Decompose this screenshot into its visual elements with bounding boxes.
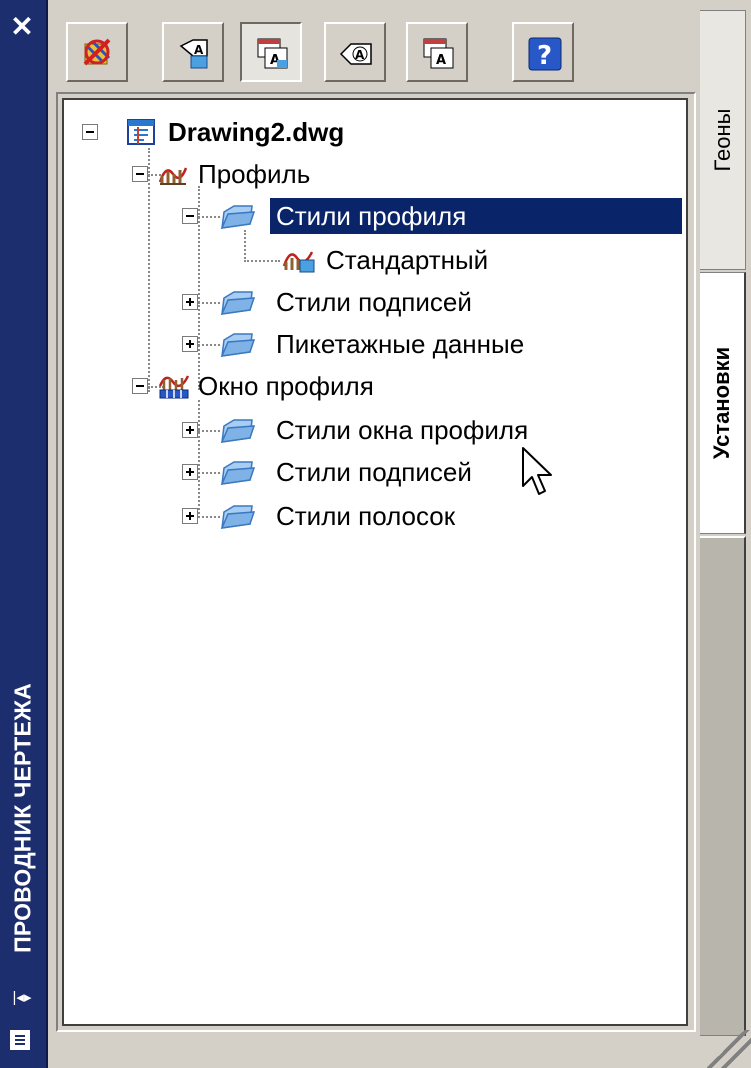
profile-icon <box>158 167 188 185</box>
expand-icon[interactable] <box>182 508 198 524</box>
tree-node-profile-styles-label: Стили профиля <box>270 198 682 234</box>
tree-node-profile-view-styles[interactable]: Стили окна профиля <box>182 412 642 448</box>
toolbar: A A A A ? <box>66 22 586 86</box>
profile-view-icon <box>158 375 190 399</box>
properties-icon[interactable] <box>10 1030 30 1050</box>
folder-icon <box>220 505 256 529</box>
edit-style-icon: A <box>339 43 372 65</box>
folder-icon <box>220 205 256 229</box>
style-properties-button[interactable]: A <box>406 22 468 82</box>
mouse-cursor-icon <box>522 447 552 495</box>
tree-node-profile-view[interactable]: Окно профиля <box>132 368 532 404</box>
close-icon[interactable]: ✕ <box>9 13 35 41</box>
tree-node-profile-label: Профиль <box>198 159 311 189</box>
svg-text:A: A <box>355 48 365 62</box>
svg-text:?: ? <box>537 41 552 71</box>
svg-text:A: A <box>436 53 446 68</box>
tree-node-profile[interactable]: Профиль <box>132 156 672 192</box>
tab-geons[interactable]: Геоны <box>700 10 746 270</box>
expand-icon[interactable] <box>182 336 198 352</box>
collapse-icon[interactable] <box>82 124 98 140</box>
drawing-icon <box>127 119 155 145</box>
tree-node-profile-view-label-styles[interactable]: Стили подписей <box>182 454 622 490</box>
folder-icon <box>220 419 256 443</box>
autohide-icon[interactable]: |◂▸ <box>8 988 36 1008</box>
styles-no-filter-button[interactable] <box>66 22 128 82</box>
drawing-tree[interactable]: Drawing2.dwg Профиль Стили профиля Станд… <box>62 98 688 1026</box>
svg-text:A: A <box>194 43 204 57</box>
tree-node-label: Пикетажные данные <box>276 329 525 359</box>
collapse-icon[interactable] <box>132 378 148 394</box>
resize-grip[interactable] <box>700 1030 751 1068</box>
new-style-button[interactable]: A <box>162 22 224 82</box>
tree-node-profile-standard-label: Стандартный <box>326 245 489 275</box>
tree-node-root-label: Drawing2.dwg <box>168 117 345 147</box>
expand-icon[interactable] <box>182 464 198 480</box>
collapse-icon[interactable] <box>182 208 198 224</box>
edit-style-button[interactable]: A <box>324 22 386 82</box>
collapse-icon[interactable] <box>132 166 148 182</box>
tree-node-profile-label-styles[interactable]: Стили подписей <box>182 284 622 320</box>
copy-style-button[interactable]: A <box>240 22 302 82</box>
tab-strip-empty <box>700 536 746 1036</box>
copy-style-icon: A <box>257 38 288 69</box>
folder-icon <box>220 291 256 315</box>
profile-style-icon <box>282 251 315 273</box>
help-icon: ? <box>528 37 562 71</box>
tree-node-root[interactable]: Drawing2.dwg <box>82 114 682 150</box>
style-properties-icon: A <box>423 38 454 69</box>
expand-icon[interactable] <box>182 422 198 438</box>
palette-title-bar: ✕ ПРОВОДНИК ЧЕРТЕЖА |◂▸ <box>0 0 48 1068</box>
folder-icon <box>220 461 256 485</box>
tab-strip: Геоны Установки <box>700 0 751 1068</box>
help-button[interactable]: ? <box>512 22 574 82</box>
tab-settings-label: Установки <box>709 346 734 460</box>
tree-node-label: Стили подписей <box>276 457 472 487</box>
expand-icon[interactable] <box>182 294 198 310</box>
tree-node-label: Стили подписей <box>276 287 472 317</box>
tree-node-profile-station-data[interactable]: Пикетажные данные <box>182 326 642 362</box>
tree-node-profile-styles[interactable]: Стили профиля <box>182 198 688 234</box>
tree-node-label: Стили полосок <box>276 501 456 531</box>
tree-node-label: Стили окна профиля <box>276 415 529 445</box>
folder-icon <box>220 333 256 357</box>
tree-node-profile-standard[interactable]: Стандартный <box>280 242 580 278</box>
tab-geons-label: Геоны <box>709 108 735 172</box>
tree-node-profile-view-label: Окно профиля <box>198 371 374 401</box>
tree-node-band-styles[interactable]: Стили полосок <box>182 498 602 534</box>
no-filter-icon <box>83 38 111 66</box>
new-style-icon: A <box>179 39 208 69</box>
palette-title: ПРОВОДНИК ЧЕРТЕЖА <box>9 683 36 953</box>
tab-settings[interactable]: Установки <box>700 272 746 534</box>
